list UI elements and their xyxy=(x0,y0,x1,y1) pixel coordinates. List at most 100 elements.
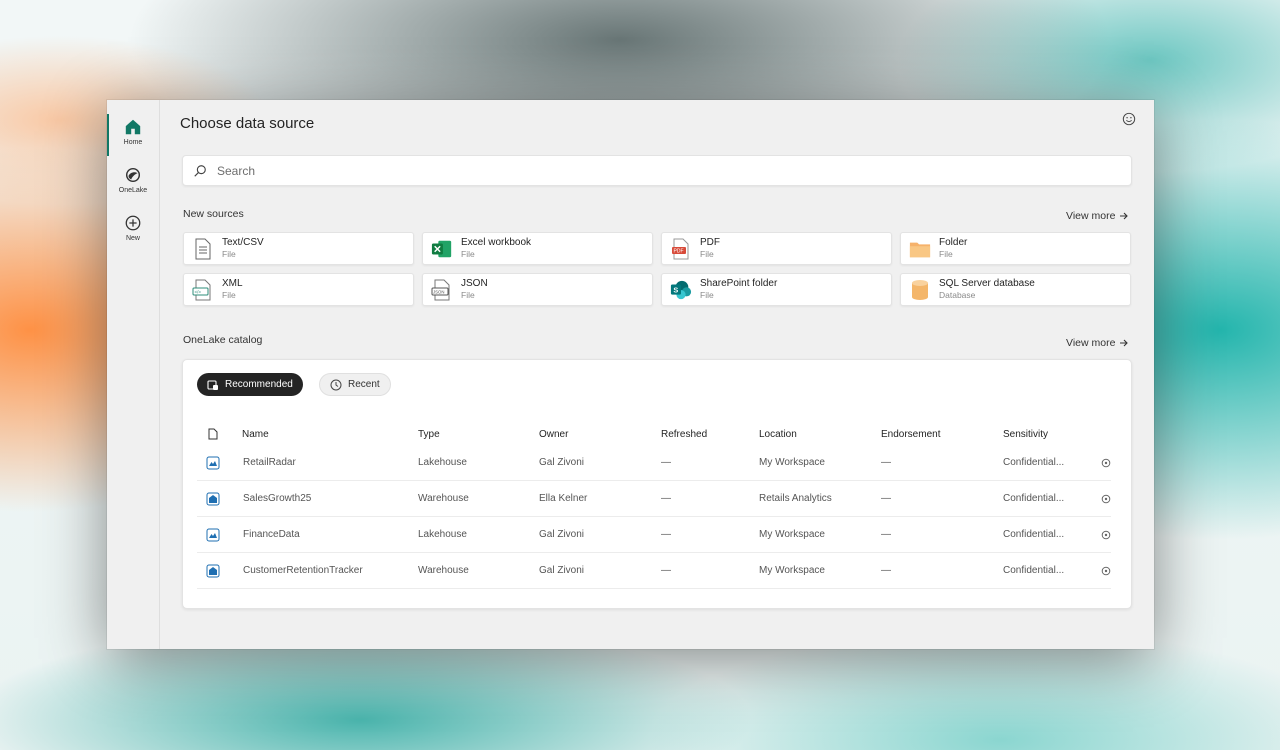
pdf-icon: PDF xyxy=(670,238,692,260)
tile-type: File xyxy=(461,290,475,300)
row-location: My Workspace xyxy=(759,565,825,576)
row-type: Lakehouse xyxy=(418,457,467,468)
row-name: CustomerRetentionTracker xyxy=(243,565,363,576)
rail-label-home: Home xyxy=(123,139,143,146)
lakehouse-icon xyxy=(197,456,228,470)
rail-item-new[interactable]: New xyxy=(107,208,159,254)
search-icon xyxy=(194,164,206,177)
tile-name: Folder xyxy=(939,237,968,248)
warehouse-icon xyxy=(197,492,228,506)
search-box[interactable] xyxy=(182,155,1132,186)
database-icon xyxy=(909,279,931,301)
rail-label-new: New xyxy=(125,235,140,242)
arrow-right-icon xyxy=(1120,212,1129,220)
row-refreshed: — xyxy=(661,457,671,468)
onelake-icon xyxy=(125,167,141,183)
view-more-label: View more xyxy=(1066,210,1116,222)
tab-recent[interactable]: Recent xyxy=(319,373,391,396)
row-owner: Gal Zivoni xyxy=(539,457,585,468)
row-name: SalesGrowth25 xyxy=(243,493,312,504)
column-header-sensitivity[interactable]: Sensitivity xyxy=(1003,429,1111,440)
rail-item-onelake[interactable]: OneLake xyxy=(107,160,159,206)
tile-name: Excel workbook xyxy=(461,237,532,248)
source-tile-xml[interactable]: </> XML File xyxy=(183,273,414,306)
folder-icon xyxy=(909,238,931,260)
recommended-icon xyxy=(207,379,218,390)
info-icon[interactable] xyxy=(1101,494,1111,504)
tile-type: Database xyxy=(939,290,976,300)
source-tile-folder[interactable]: Folder File xyxy=(900,232,1131,265)
row-location: My Workspace xyxy=(759,529,825,540)
view-more-label: View more xyxy=(1066,337,1116,349)
source-tile-sql-server[interactable]: SQL Server database Database xyxy=(900,273,1131,306)
tab-label: Recent xyxy=(348,379,380,390)
column-header-location[interactable]: Location xyxy=(759,429,881,440)
row-sensitivity: Confidential... xyxy=(1003,565,1065,576)
column-header-name[interactable]: Name xyxy=(228,429,418,440)
row-sensitivity: Confidential... xyxy=(1003,457,1065,468)
source-tile-sharepoint[interactable]: S SharePoint folder File xyxy=(661,273,892,306)
row-endorsement: — xyxy=(881,565,891,576)
excel-icon xyxy=(431,238,453,260)
tab-recommended[interactable]: Recommended xyxy=(197,373,303,396)
svg-text:JSON: JSON xyxy=(433,289,444,294)
tile-type: File xyxy=(222,249,236,259)
tile-type: File xyxy=(700,249,714,259)
table-row[interactable]: RetailRadar Lakehouse Gal Zivoni — My Wo… xyxy=(197,445,1111,481)
table-row[interactable]: FinanceData Lakehouse Gal Zivoni — My Wo… xyxy=(197,517,1111,553)
onelake-catalog-label: OneLake catalog xyxy=(183,334,263,346)
row-type: Warehouse xyxy=(418,493,469,504)
arrow-right-icon xyxy=(1120,339,1129,347)
search-input[interactable] xyxy=(217,163,1097,178)
column-header-type[interactable]: Type xyxy=(418,429,539,440)
data-source-dialog: Home OneLake New Choose data source New … xyxy=(107,100,1154,649)
catalog-view-more[interactable]: View more xyxy=(1066,337,1129,349)
row-sensitivity: Confidential... xyxy=(1003,493,1065,504)
row-type: Lakehouse xyxy=(418,529,467,540)
row-refreshed: — xyxy=(661,529,671,540)
tile-name: Text/CSV xyxy=(222,237,264,248)
source-tile-text-csv[interactable]: Text/CSV File xyxy=(183,232,414,265)
catalog-panel: Recommended Recent Name Type Owner Refre… xyxy=(182,359,1132,609)
row-name: FinanceData xyxy=(243,529,300,540)
plus-circle-icon xyxy=(125,215,141,231)
column-header-endorsement[interactable]: Endorsement xyxy=(881,429,1003,440)
info-icon[interactable] xyxy=(1101,530,1111,540)
tile-name: PDF xyxy=(700,237,720,248)
row-sensitivity: Confidential... xyxy=(1003,529,1065,540)
row-endorsement: — xyxy=(881,457,891,468)
nav-rail: Home OneLake New xyxy=(107,100,160,649)
table-row[interactable]: CustomerRetentionTracker Warehouse Gal Z… xyxy=(197,553,1111,589)
row-owner: Ella Kelner xyxy=(539,493,588,504)
sharepoint-icon: S xyxy=(670,279,692,301)
info-icon[interactable] xyxy=(1101,458,1111,468)
tile-type: File xyxy=(700,290,714,300)
tile-name: XML xyxy=(222,278,243,289)
tile-name: SharePoint folder xyxy=(700,278,778,289)
rail-item-home[interactable]: Home xyxy=(107,112,159,158)
row-endorsement: — xyxy=(881,529,891,540)
new-sources-view-more[interactable]: View more xyxy=(1066,210,1129,222)
clock-icon xyxy=(330,379,342,390)
tile-type: File xyxy=(461,249,475,259)
column-header-owner[interactable]: Owner xyxy=(539,429,661,440)
svg-text:PDF: PDF xyxy=(674,248,684,254)
row-location: My Workspace xyxy=(759,457,825,468)
source-tile-pdf[interactable]: PDF PDF File xyxy=(661,232,892,265)
row-owner: Gal Zivoni xyxy=(539,529,585,540)
tile-type: File xyxy=(939,249,953,259)
source-tile-json[interactable]: JSON JSON File xyxy=(422,273,653,306)
row-type: Warehouse xyxy=(418,565,469,576)
rail-label-onelake: OneLake xyxy=(118,187,148,194)
source-tile-excel[interactable]: Excel workbook File xyxy=(422,232,653,265)
warehouse-icon xyxy=(197,564,228,578)
text-file-icon xyxy=(192,238,214,260)
table-row[interactable]: SalesGrowth25 Warehouse Ella Kelner — Re… xyxy=(197,481,1111,517)
file-type-icon xyxy=(197,428,228,440)
feedback-smiley-icon[interactable] xyxy=(1122,112,1136,131)
column-header-refreshed[interactable]: Refreshed xyxy=(661,429,759,440)
new-sources-label: New sources xyxy=(183,208,244,220)
row-location: Retails Analytics xyxy=(759,493,832,504)
info-icon[interactable] xyxy=(1101,566,1111,576)
row-refreshed: — xyxy=(661,565,671,576)
